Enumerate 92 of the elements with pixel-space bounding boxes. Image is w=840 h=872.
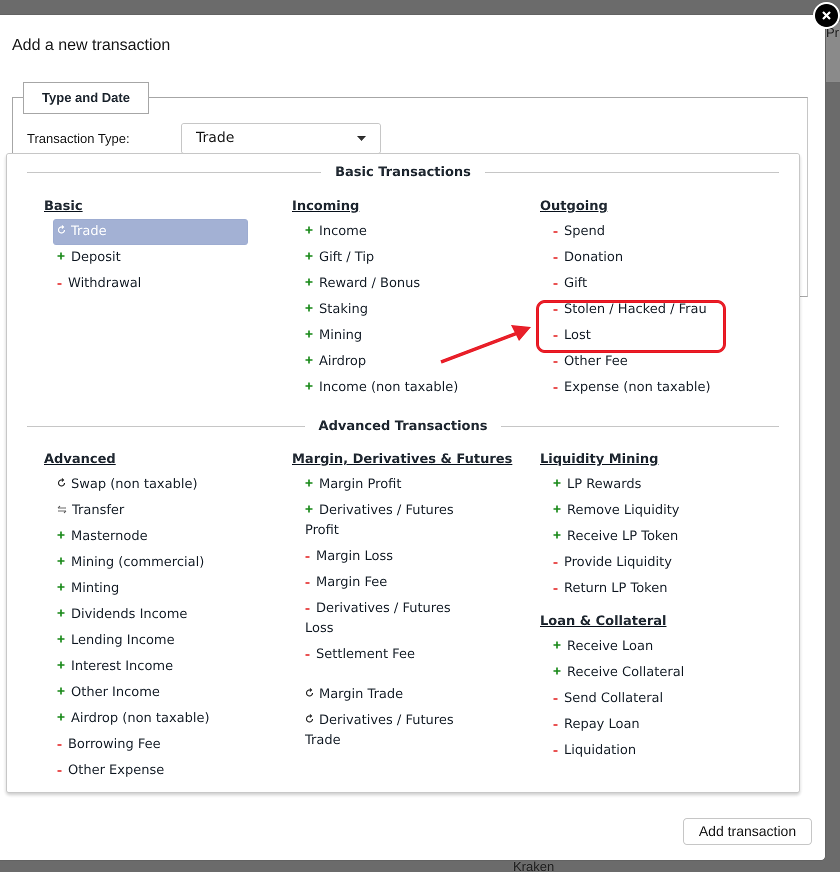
fieldset-legend[interactable]: Type and Date xyxy=(23,82,149,114)
transaction-type-option[interactable]: Other Fee xyxy=(549,348,721,374)
transaction-type-option[interactable]: Lost xyxy=(549,322,721,348)
plus-icon xyxy=(57,531,65,539)
transaction-type-option[interactable]: Receive Loan xyxy=(549,634,721,660)
plus-icon xyxy=(553,505,561,513)
group-heading: Incoming xyxy=(292,198,360,216)
transaction-type-option[interactable]: Spend xyxy=(549,218,721,244)
plus-icon xyxy=(57,687,65,695)
transaction-type-option[interactable]: Expense (non taxable) xyxy=(549,374,721,400)
plus-icon xyxy=(305,278,313,286)
transaction-type-option[interactable]: Margin Profit xyxy=(301,472,473,498)
transaction-type-option[interactable]: Dividends Income xyxy=(53,602,225,628)
dialog-title: Add a new transaction xyxy=(12,36,170,56)
group-heading: Liquidity Mining xyxy=(540,451,660,469)
transaction-type-option[interactable]: Stolen / Hacked / Frau xyxy=(549,296,721,322)
transaction-type-option[interactable]: Minting xyxy=(53,576,225,602)
transaction-type-option[interactable]: Receive Collateral xyxy=(549,660,721,686)
plus-icon xyxy=(305,356,313,364)
background-text: Pr xyxy=(826,24,839,42)
transaction-type-option[interactable]: Mining (commercial) xyxy=(53,550,225,576)
refresh-icon xyxy=(305,688,314,698)
plus-icon xyxy=(305,330,313,338)
group-heading: Outgoing xyxy=(540,198,609,216)
plus-icon xyxy=(305,226,313,234)
transaction-type-option[interactable]: Return LP Token xyxy=(549,576,721,602)
section-heading: Advanced Transactions xyxy=(318,418,488,436)
group-heading: Margin, Derivatives & Futures xyxy=(292,451,514,469)
add-transaction-button[interactable]: Add transaction xyxy=(683,818,812,845)
group-heading: Loan & Collateral xyxy=(540,613,668,631)
group-heading: Advanced xyxy=(44,451,117,469)
transaction-type-option[interactable]: Staking xyxy=(301,296,473,322)
transaction-type-option[interactable]: Transfer xyxy=(53,498,225,524)
field-label: Transaction Type: xyxy=(27,130,131,148)
transaction-type-option[interactable]: Other Income xyxy=(53,680,225,706)
transaction-type-option[interactable]: Deposit xyxy=(53,244,225,270)
transaction-type-option[interactable]: Borrowing Fee xyxy=(53,732,225,758)
plus-icon xyxy=(57,609,65,617)
swap-arrows-icon xyxy=(57,505,67,514)
caret-icon xyxy=(357,136,366,141)
section-heading: Basic Transactions xyxy=(335,164,471,182)
transaction-type-option[interactable]: Mining xyxy=(301,322,473,348)
transaction-type-option[interactable]: Repay Loan xyxy=(549,712,721,738)
transaction-type-option[interactable]: Donation xyxy=(549,244,721,270)
transaction-type-option[interactable]: Swap (non taxable) xyxy=(53,472,225,498)
transaction-type-option[interactable]: Masternode xyxy=(53,524,225,550)
transaction-type-option[interactable]: Income xyxy=(301,218,473,244)
transaction-type-option[interactable]: Reward / Bonus xyxy=(301,270,473,296)
plus-icon xyxy=(305,505,313,513)
transaction-type-option[interactable]: Send Collateral xyxy=(549,686,721,712)
plus-icon xyxy=(305,252,313,260)
transaction-type-option[interactable]: Derivatives / Futures Loss xyxy=(301,596,473,642)
plus-icon xyxy=(57,661,65,669)
plus-icon xyxy=(553,667,561,675)
plus-icon xyxy=(305,479,313,487)
transaction-type-option[interactable]: Derivatives / Futures Profit xyxy=(301,498,473,544)
transaction-type-option[interactable]: Airdrop xyxy=(301,348,473,374)
plus-icon xyxy=(57,713,65,721)
transaction-type-option[interactable]: Derivatives / Futures Trade xyxy=(301,708,473,754)
plus-icon xyxy=(553,531,561,539)
background-text: Kraken xyxy=(513,858,554,872)
refresh-icon xyxy=(57,224,66,234)
transaction-type-option[interactable]: Income (non taxable) xyxy=(301,374,473,400)
close-button[interactable] xyxy=(813,2,840,29)
transaction-type-option[interactable]: Margin Fee xyxy=(301,570,473,596)
transaction-type-option[interactable]: Lending Income xyxy=(53,628,225,654)
transaction-type-option[interactable]: Gift / Tip xyxy=(301,244,473,270)
transaction-type-option[interactable]: Provide Liquidity xyxy=(549,550,721,576)
transaction-type-option[interactable]: Withdrawal xyxy=(53,270,225,296)
group-heading: Basic xyxy=(44,198,84,216)
transaction-type-option[interactable]: Other Expense xyxy=(53,758,225,784)
plus-icon xyxy=(305,382,313,390)
transaction-type-option[interactable]: Margin Loss xyxy=(301,544,473,570)
transaction-type-option[interactable]: Remove Liquidity xyxy=(549,498,721,524)
close-icon xyxy=(822,11,831,20)
transaction-type-option[interactable]: Airdrop (non taxable) xyxy=(53,706,225,732)
refresh-icon xyxy=(57,478,66,488)
transaction-type-option[interactable]: Settlement Fee xyxy=(301,642,473,668)
plus-icon xyxy=(57,583,65,591)
plus-icon xyxy=(553,479,561,487)
transaction-type-option[interactable]: Margin Trade xyxy=(301,682,473,708)
plus-icon xyxy=(57,252,65,260)
plus-icon xyxy=(553,641,561,649)
transaction-type-option[interactable]: Liquidation xyxy=(549,738,721,764)
plus-icon xyxy=(57,557,65,565)
transaction-type-option[interactable]: Receive LP Token xyxy=(549,524,721,550)
transaction-type-option[interactable]: Gift xyxy=(549,270,721,296)
transaction-type-option[interactable]: LP Rewards xyxy=(549,472,721,498)
transaction-type-option[interactable]: Interest Income xyxy=(53,654,225,680)
plus-icon xyxy=(305,304,313,312)
refresh-icon xyxy=(305,714,314,724)
plus-icon xyxy=(57,635,65,643)
